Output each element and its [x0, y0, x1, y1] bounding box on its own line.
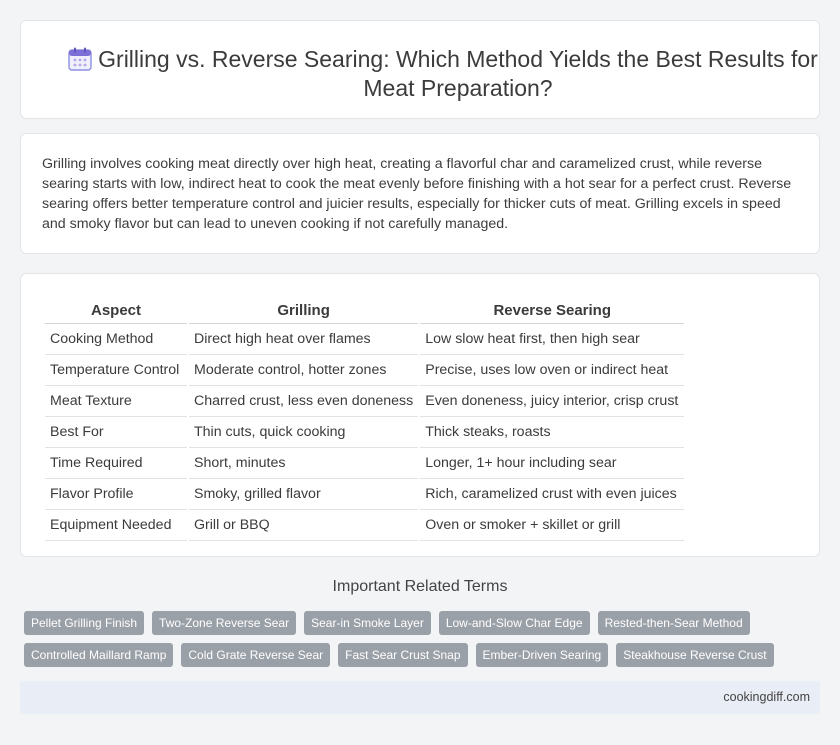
related-term-tag[interactable]: Ember-Driven Searing: [475, 643, 609, 667]
table-cell: Direct high heat over flames: [189, 324, 419, 355]
table-cell: Short, minutes: [189, 448, 419, 479]
table-cell: Thick steaks, roasts: [420, 417, 685, 448]
table-cell: Charred crust, less even doneness: [189, 386, 419, 417]
table-row: Time Required Short, minutes Longer, 1+ …: [45, 448, 685, 479]
table-row: Temperature Control Moderate control, ho…: [45, 355, 685, 386]
related-term-tag[interactable]: Low-and-Slow Char Edge: [438, 611, 590, 635]
tag-row: Controlled Maillard Ramp Cold Grate Reve…: [24, 643, 794, 667]
table-cell: Cooking Method: [45, 324, 187, 355]
comparison-table: Aspect Grilling Reverse Searing Cooking …: [43, 294, 686, 541]
site-link[interactable]: cookingdiff.com: [723, 690, 810, 704]
related-term-tag[interactable]: Pellet Grilling Finish: [24, 611, 145, 635]
related-terms-list: Pellet Grilling Finish Two-Zone Reverse …: [24, 611, 794, 675]
table-cell: Oven or smoker + skillet or grill: [420, 510, 685, 541]
table-cell: Precise, uses low oven or indirect heat: [420, 355, 685, 386]
table-row: Best For Thin cuts, quick cooking Thick …: [45, 417, 685, 448]
related-term-tag[interactable]: Two-Zone Reverse Sear: [152, 611, 297, 635]
table-row: Flavor Profile Smoky, grilled flavor Ric…: [45, 479, 685, 510]
table-cell: Time Required: [45, 448, 187, 479]
related-term-tag[interactable]: Steakhouse Reverse Crust: [616, 643, 774, 667]
table-cell: Moderate control, hotter zones: [189, 355, 419, 386]
table-cell: Meat Texture: [45, 386, 187, 417]
header-grilling: Grilling: [189, 294, 419, 324]
table-cell: Longer, 1+ hour including sear: [420, 448, 685, 479]
table-cell: Flavor Profile: [45, 479, 187, 510]
table-cell: Smoky, grilled flavor: [189, 479, 419, 510]
header-aspect: Aspect: [45, 294, 187, 324]
title-card: Grilling vs. Reverse Searing: Which Meth…: [20, 20, 820, 119]
related-term-tag[interactable]: Sear-in Smoke Layer: [304, 611, 431, 635]
summary-card: Grilling involves cooking meat directly …: [20, 133, 820, 254]
tag-row: Pellet Grilling Finish Two-Zone Reverse …: [24, 611, 794, 635]
related-term-tag[interactable]: Controlled Maillard Ramp: [24, 643, 174, 667]
table-row: Cooking Method Direct high heat over fla…: [45, 324, 685, 355]
page-title: Grilling vs. Reverse Searing: Which Meth…: [98, 46, 818, 101]
related-terms-heading: Important Related Terms: [332, 578, 508, 595]
related-term-tag[interactable]: Cold Grate Reverse Sear: [181, 643, 331, 667]
table-cell: Thin cuts, quick cooking: [189, 417, 419, 448]
table-cell: Equipment Needed: [45, 510, 187, 541]
related-term-tag[interactable]: Rested-then-Sear Method: [597, 611, 750, 635]
table-cell: Grill or BBQ: [189, 510, 419, 541]
table-cell: Even doneness, juicy interior, crisp cru…: [420, 386, 685, 417]
table-row: Meat Texture Charred crust, less even do…: [45, 386, 685, 417]
table-cell: Low slow heat first, then high sear: [420, 324, 685, 355]
table-header-row: Aspect Grilling Reverse Searing: [45, 294, 685, 324]
table-cell: Best For: [45, 417, 187, 448]
related-term-tag[interactable]: Fast Sear Crust Snap: [338, 643, 468, 667]
comparison-card: Aspect Grilling Reverse Searing Cooking …: [20, 273, 820, 557]
header-reverse-searing: Reverse Searing: [420, 294, 685, 324]
table-row: Equipment Needed Grill or BBQ Oven or sm…: [45, 510, 685, 541]
summary-paragraph: Grilling involves cooking meat directly …: [42, 156, 792, 232]
footer-bar: cookingdiff.com: [20, 681, 820, 714]
table-cell: Rich, caramelized crust with even juices: [420, 479, 685, 510]
table-cell: Temperature Control: [45, 355, 187, 386]
